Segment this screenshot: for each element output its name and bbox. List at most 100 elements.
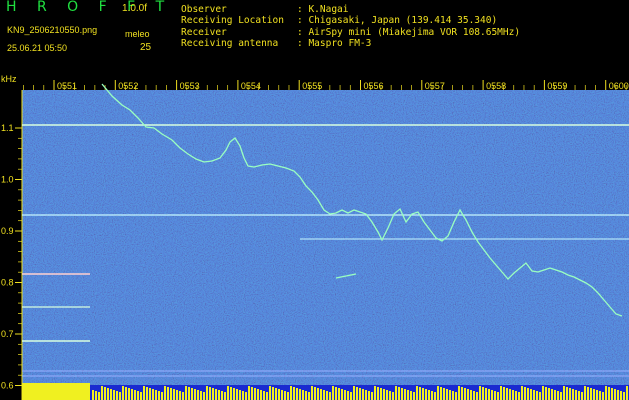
- bottom-band-segment: [461, 387, 463, 400]
- bottom-band-segment: [584, 386, 586, 400]
- bottom-band-segment: [512, 390, 514, 400]
- bottom-band-segment: [275, 388, 277, 400]
- bottom-band-segment: [365, 390, 367, 400]
- bottom-band-segment: [380, 388, 382, 400]
- bottom-band-segment: [440, 387, 442, 400]
- bottom-band-segment: [92, 390, 94, 400]
- bottom-band-segment: [314, 387, 316, 400]
- bottom-band-segment: [479, 386, 481, 400]
- bottom-band-segment: [335, 387, 337, 400]
- bottom-band-segment: [467, 389, 469, 400]
- bottom-band-segment: [158, 391, 160, 400]
- bottom-band-segment: [227, 386, 229, 400]
- bottom-band-segment: [218, 390, 220, 400]
- y-tick-label: 0.8: [1, 278, 14, 288]
- bottom-band-segment: [278, 389, 280, 400]
- bottom-band-segment: [551, 389, 553, 400]
- bottom-band-segment: [215, 389, 217, 400]
- bottom-band-segment: [134, 390, 136, 400]
- bottom-band-segment: [212, 388, 214, 400]
- bottom-band-segment: [488, 389, 490, 400]
- info-value-antenna: : Maspro FM-3: [297, 38, 372, 49]
- bottom-band-segment: [230, 387, 232, 400]
- bottom-band-segment: [521, 386, 523, 400]
- bottom-band-segment: [569, 388, 571, 400]
- bottom-band-segment: [119, 392, 121, 400]
- x-tick-label: 0555: [302, 81, 322, 91]
- bottom-band-segment: [251, 387, 253, 400]
- bottom-band-segment: [332, 386, 334, 400]
- bottom-band-segment: [359, 388, 361, 400]
- bottom-band-segment: [563, 386, 565, 400]
- bottom-band-segment: [308, 392, 310, 400]
- bottom-band-segment: [374, 386, 376, 400]
- y-axis: 1.1 1.0 0.9 0.8 0.7 0.6: [1, 90, 23, 400]
- bottom-band-segment: [173, 389, 175, 400]
- bottom-band-segment: [422, 388, 424, 400]
- bottom-band-segment: [575, 390, 577, 400]
- y-tick-label: 0.7: [1, 329, 14, 339]
- hroft-spectrogram-window: H R O F F T 1.0.0f KN9_2506210550.png me…: [0, 0, 629, 400]
- bottom-band-segment: [140, 392, 142, 400]
- bottom-band-segment: [221, 391, 223, 400]
- bottom-band-segment: [518, 392, 520, 400]
- bottom-band-segment: [305, 391, 307, 400]
- bottom-band-segment: [116, 391, 118, 400]
- bottom-band-segment: [443, 388, 445, 400]
- bottom-band-segment: [392, 392, 394, 400]
- bottom-band-segment: [131, 389, 133, 400]
- bottom-band-segment: [605, 386, 607, 400]
- bottom-band-segment: [281, 390, 283, 400]
- bottom-band-segment: [428, 390, 430, 400]
- bottom-band-segment: [482, 387, 484, 400]
- bottom-band-segment: [155, 390, 157, 400]
- bottom-band-segment: [200, 391, 202, 400]
- bottom-band-segment: [98, 392, 100, 400]
- bottom-band-segment: [125, 387, 127, 400]
- bottom-band-segment: [425, 389, 427, 400]
- bottom-band-segment: [539, 392, 541, 400]
- info-value-location: : Chigasaki, Japan (139.414 35.340): [297, 15, 498, 26]
- bottom-band-segment: [566, 387, 568, 400]
- x-tick-label: 0553: [180, 81, 200, 91]
- bottom-band-segment: [122, 386, 124, 400]
- bottom-band-segment: [578, 391, 580, 400]
- bottom-band-segment: [152, 389, 154, 400]
- bottom-band-segment: [398, 387, 400, 400]
- bottom-band-segment: [329, 392, 331, 400]
- info-key-location: Receiving Location: [181, 15, 284, 26]
- bottom-band-segment: [506, 388, 508, 400]
- bottom-band-segment: [377, 387, 379, 400]
- bottom-band-segment: [554, 390, 556, 400]
- bottom-band-segment: [419, 387, 421, 400]
- bottom-band-segment: [353, 386, 355, 400]
- bottom-band-segment: [197, 390, 199, 400]
- bottom-band-segment: [611, 388, 613, 400]
- x-axis: 0551 0552 0553 0554 0555 0556 0557 0558 0559 0600: [23, 80, 629, 91]
- bottom-band-segment: [290, 386, 292, 400]
- bottom-band-segment: [581, 392, 583, 400]
- bottom-band-segment: [299, 389, 301, 400]
- y-tick-label: 1.1: [1, 123, 14, 133]
- bottom-band-segment: [497, 392, 499, 400]
- bottom-band-segment: [110, 389, 112, 400]
- bottom-band-segment: [389, 391, 391, 400]
- bottom-band-segment: [452, 391, 454, 400]
- bottom-band-segment: [344, 390, 346, 400]
- meleo-value: 25: [140, 42, 152, 53]
- bottom-band-segment: [524, 387, 526, 400]
- bottom-band-segment: [287, 392, 289, 400]
- bottom-band-segment: [599, 391, 601, 400]
- bottom-band-segment: [320, 389, 322, 400]
- bottom-band-segment: [149, 388, 151, 400]
- bottom-band-segment: [164, 386, 166, 400]
- bottom-band-segment: [527, 388, 529, 400]
- version-label: 1.0.0f: [122, 3, 148, 14]
- bottom-band-segment: [491, 390, 493, 400]
- bottom-band-segment: [530, 389, 532, 400]
- x-tick-label: 0554: [241, 81, 261, 91]
- y-tick-label: 0.9: [1, 226, 14, 236]
- bottom-band-segment: [623, 392, 625, 400]
- bottom-band-segment: [266, 392, 268, 400]
- bottom-band-segment: [176, 390, 178, 400]
